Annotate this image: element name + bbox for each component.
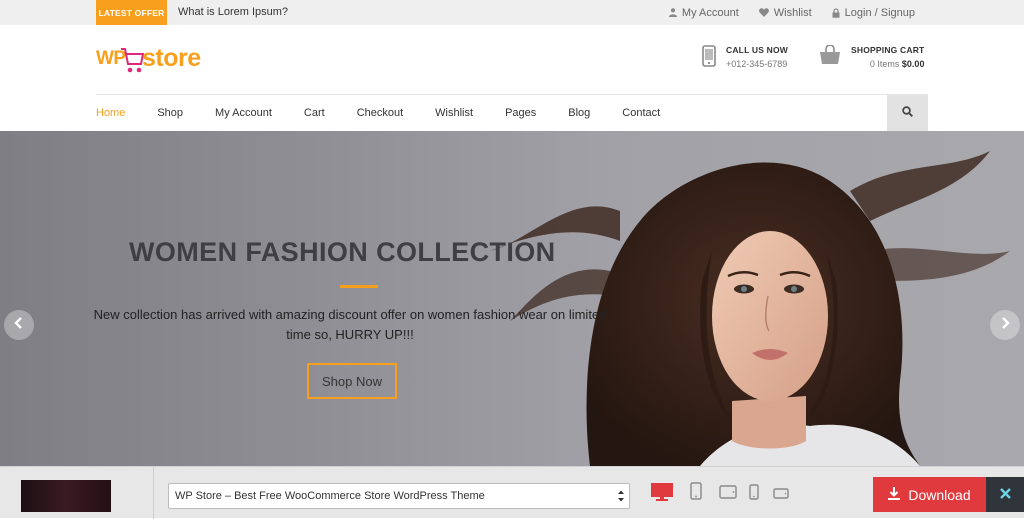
heart-icon bbox=[758, 8, 769, 17]
theme-select-dropdown[interactable]: WP Store – Best Free WooCommerce Store W… bbox=[168, 483, 630, 509]
call-us-block: CALL US NOW +012-345-6789 bbox=[702, 45, 788, 72]
nav-item-cart[interactable]: Cart bbox=[304, 107, 325, 119]
shop-now-button[interactable]: Shop Now bbox=[307, 363, 397, 399]
lock-icon bbox=[832, 7, 840, 18]
desktop-icon[interactable] bbox=[651, 483, 673, 506]
slider-prev-button[interactable] bbox=[4, 310, 34, 340]
select-arrows-icon bbox=[617, 489, 625, 506]
slider-next-button[interactable] bbox=[990, 310, 1020, 340]
phone-portrait-icon[interactable] bbox=[749, 484, 759, 505]
chevron-right-icon bbox=[1000, 316, 1010, 334]
nav-item-checkout[interactable]: Checkout bbox=[357, 107, 403, 119]
site-header: WP store CALL US NOW +012-345-6789 SHOPP… bbox=[0, 25, 1024, 94]
nav-item-my-account[interactable]: My Account bbox=[215, 107, 272, 119]
chevron-left-icon bbox=[14, 316, 24, 334]
nav-item-shop[interactable]: Shop bbox=[157, 107, 183, 119]
site-logo[interactable]: WP store bbox=[96, 44, 206, 80]
call-us-phone: +012-345-6789 bbox=[726, 59, 788, 69]
cart-total: $0.00 bbox=[901, 59, 925, 69]
download-label: Download bbox=[908, 486, 971, 503]
wishlist-label: Wishlist bbox=[773, 6, 812, 19]
hero-slider: WOMEN FASHION COLLECTION New collection … bbox=[0, 131, 1024, 466]
main-navigation: Home Shop My Account Cart Checkout Wishl… bbox=[0, 94, 1024, 131]
nav-item-blog[interactable]: Blog bbox=[568, 107, 590, 119]
top-links: My Account Wishlist Login / Signup bbox=[668, 0, 915, 25]
logo-store-text: store bbox=[142, 44, 201, 72]
tablet-portrait-icon[interactable] bbox=[690, 482, 702, 505]
hero-model-image bbox=[490, 151, 1010, 466]
user-icon bbox=[668, 8, 677, 17]
logo-cart-icon bbox=[121, 48, 144, 73]
download-icon bbox=[888, 486, 901, 503]
shopping-cart-block[interactable]: SHOPPING CART 0 Items $0.00 bbox=[819, 44, 925, 70]
search-icon bbox=[902, 104, 913, 122]
phone-landscape-icon[interactable] bbox=[773, 486, 789, 504]
theme-thumbnail[interactable] bbox=[21, 480, 111, 512]
nav-item-wishlist[interactable]: Wishlist bbox=[435, 107, 473, 119]
shopping-bag-icon bbox=[819, 44, 841, 70]
offer-ticker-text[interactable]: What is Lorem Ipsum? bbox=[178, 0, 288, 25]
nav-item-home[interactable]: Home bbox=[96, 107, 125, 119]
nav-item-contact[interactable]: Contact bbox=[622, 107, 660, 119]
top-bar: LATEST OFFER What is Lorem Ipsum? My Acc… bbox=[0, 0, 1024, 25]
tablet-landscape-icon[interactable] bbox=[719, 485, 737, 504]
theme-select-value: WP Store – Best Free WooCommerce Store W… bbox=[175, 490, 485, 502]
phone-icon bbox=[702, 45, 716, 72]
close-preview-button[interactable] bbox=[986, 477, 1024, 512]
hero-title-underline bbox=[340, 285, 378, 288]
cart-items-count: 0 Items bbox=[869, 59, 900, 69]
my-account-label: My Account bbox=[681, 6, 739, 19]
wishlist-link[interactable]: Wishlist bbox=[758, 6, 812, 19]
theme-preview-bar: WP Store – Best Free WooCommerce Store W… bbox=[0, 466, 1024, 519]
hero-description: New collection has arrived with amazing … bbox=[93, 307, 607, 342]
preview-bar-divider bbox=[153, 467, 154, 519]
nav-item-pages[interactable]: Pages bbox=[505, 107, 536, 119]
search-button[interactable] bbox=[887, 95, 928, 131]
hero-title: WOMEN FASHION COLLECTION bbox=[129, 237, 556, 267]
login-signup-link[interactable]: Login / Signup bbox=[832, 7, 915, 19]
download-button[interactable]: Download bbox=[873, 477, 986, 512]
call-us-title: CALL US NOW bbox=[726, 45, 789, 55]
latest-offer-badge: LATEST OFFER bbox=[96, 0, 167, 25]
my-account-link[interactable]: My Account bbox=[668, 6, 739, 19]
shopping-cart-title: SHOPPING CART bbox=[851, 45, 925, 55]
login-signup-label: Login / Signup bbox=[844, 6, 915, 19]
close-icon bbox=[999, 486, 1011, 504]
nav-menu: Home Shop My Account Cart Checkout Wishl… bbox=[96, 95, 692, 131]
